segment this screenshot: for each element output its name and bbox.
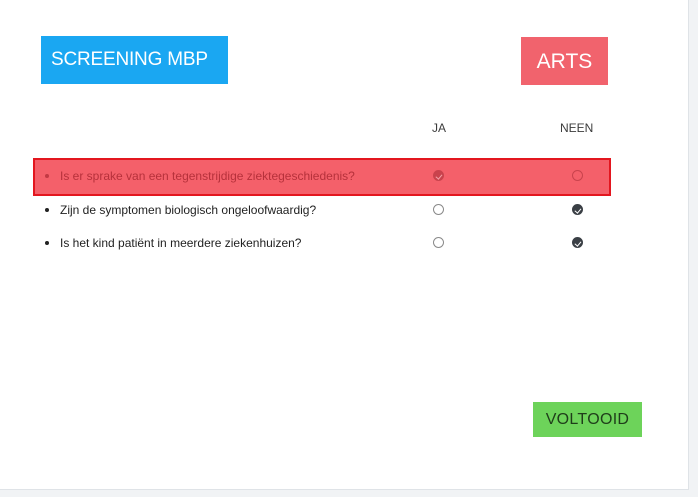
question-row-2: Zijn de symptomen biologisch ongeloofwaa… xyxy=(35,194,609,227)
radio-checked-icon[interactable] xyxy=(572,237,583,248)
question-text: Zijn de symptomen biologisch ongeloofwaa… xyxy=(60,203,317,217)
question-row-3: Is het kind patiënt in meerdere ziekenhu… xyxy=(35,227,609,260)
radio-checked-icon[interactable] xyxy=(572,204,583,215)
bullet-icon xyxy=(45,241,49,245)
arts-role-button[interactable]: ARTS xyxy=(521,37,608,85)
radio-unchecked-icon[interactable] xyxy=(433,204,444,215)
radio-checked-icon[interactable] xyxy=(433,170,444,181)
question-row-1: Is er sprake van een tegenstrijdige ziek… xyxy=(33,158,611,196)
voltooid-button[interactable]: VOLTOOID xyxy=(533,402,642,437)
bullet-icon xyxy=(45,174,49,178)
question-text: Is er sprake van een tegenstrijdige ziek… xyxy=(60,169,355,183)
column-header-ja: JA xyxy=(432,121,447,135)
radio-unchecked-icon[interactable] xyxy=(572,170,583,181)
bullet-icon xyxy=(45,208,49,212)
question-text: Is het kind patiënt in meerdere ziekenhu… xyxy=(60,236,302,250)
screening-card: SCREENING MBP ARTS JA NEEN Is er sprake … xyxy=(0,0,689,490)
column-header-neen: NEEN xyxy=(560,121,594,135)
screening-mbp-button[interactable]: SCREENING MBP xyxy=(41,36,228,84)
radio-unchecked-icon[interactable] xyxy=(433,237,444,248)
